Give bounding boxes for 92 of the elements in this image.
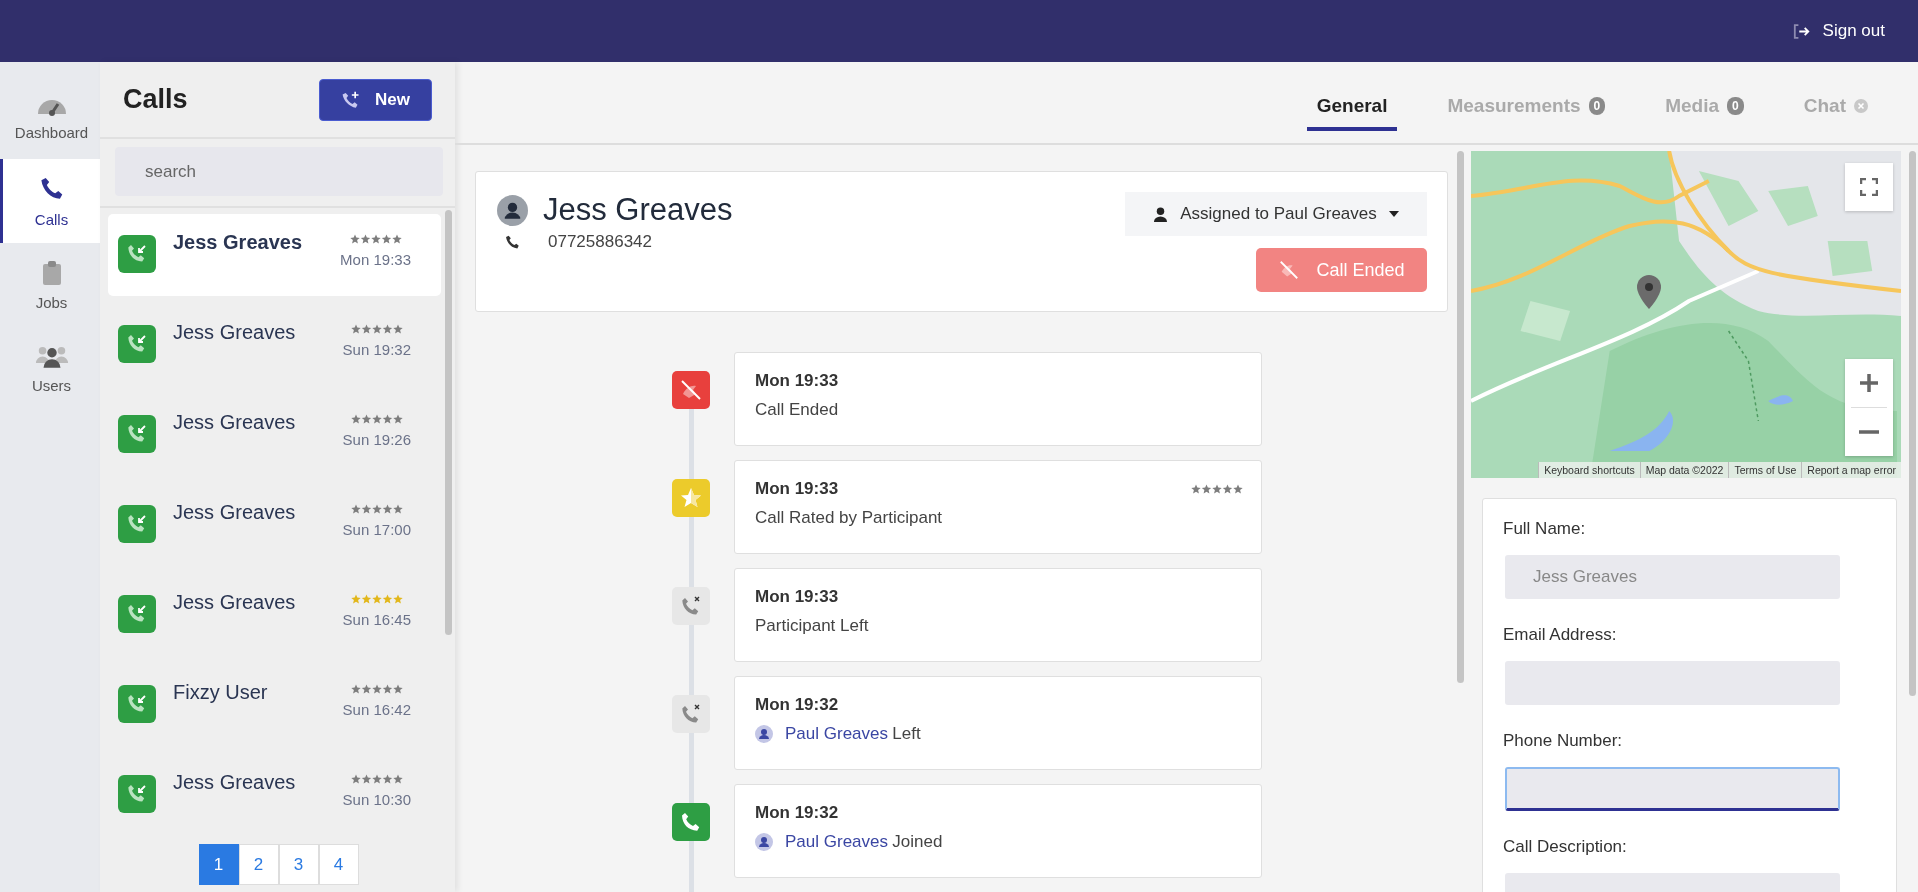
nav-item[interactable]: Calls: [0, 159, 100, 243]
map-attribution-link[interactable]: Keyboard shortcuts: [1538, 462, 1640, 478]
plus-icon: [1859, 373, 1879, 393]
input-field[interactable]: Jess Greaves: [1505, 555, 1840, 599]
incoming-call-icon: [118, 685, 156, 723]
event-text: Participant Left: [755, 616, 869, 636]
avatar-icon: [497, 194, 528, 226]
map-attribution-link[interactable]: Map data ©2022: [1639, 462, 1729, 478]
count-badge: 0: [1727, 97, 1744, 115]
incoming-call-icon: [118, 775, 156, 813]
phone-icon: [672, 803, 710, 841]
event-text: Call Ended: [755, 400, 839, 420]
call-item[interactable]: Fixzy User Sun 16:42: [108, 664, 441, 746]
call-time: Sun 17:00: [342, 521, 411, 538]
event-time: Mon 19:33: [755, 479, 839, 499]
caret-icon: [1388, 211, 1399, 217]
call-item[interactable]: Jess Greaves Mon 19:33: [108, 214, 441, 296]
caller-name: Jess Greaves: [173, 771, 297, 794]
caller-name: Jess Greaves: [173, 411, 297, 434]
zoom-in-button[interactable]: [1845, 359, 1893, 407]
event-text: Call Rated by Participant: [755, 508, 943, 528]
nav-item[interactable]: Dashboard: [0, 75, 100, 159]
caller-name: Jess Greaves: [173, 231, 303, 254]
scrollbar[interactable]: [445, 210, 452, 635]
phone-icon: [504, 233, 521, 251]
incoming-call-icon: [118, 415, 156, 453]
call-time: Mon 19:33: [340, 251, 411, 268]
users-icon: [34, 344, 69, 369]
scrollbar[interactable]: [1457, 151, 1464, 683]
caller-name: Jess Greaves: [173, 321, 297, 344]
fullscreen-button[interactable]: [1845, 163, 1893, 211]
page-link[interactable]: 2: [238, 844, 279, 885]
call-item[interactable]: Jess Greaves Sun 16:45: [108, 574, 441, 656]
incoming-call-icon: [118, 505, 156, 543]
input-field[interactable]: [1505, 767, 1840, 811]
sign-out-icon: [1792, 23, 1811, 39]
map-attribution-link[interactable]: Report a map error: [1801, 462, 1901, 478]
close-icon[interactable]: [1854, 99, 1868, 113]
fullscreen-icon: [1860, 178, 1878, 196]
person-icon: [755, 833, 773, 851]
page-link[interactable]: 4: [318, 844, 359, 885]
person-icon: [1153, 206, 1169, 222]
assignee-dropdown[interactable]: Assigned to Paul Greaves: [1125, 192, 1427, 236]
scrollbar[interactable]: [1909, 151, 1916, 696]
call-item[interactable]: Jess Greaves Sun 10:30: [108, 754, 441, 836]
nav-item[interactable]: Users: [0, 327, 100, 411]
count-badge: 0: [1588, 97, 1606, 115]
call-item[interactable]: Jess Greaves Sun 19:32: [108, 304, 441, 386]
field-label: Call Description:: [1503, 837, 1628, 857]
person-link[interactable]: Paul Greaves: [785, 724, 888, 743]
call-time: Sun 10:30: [342, 791, 411, 808]
new-call-button[interactable]: New: [319, 78, 432, 121]
page-link[interactable]: 3: [278, 844, 319, 885]
caller-name: Jess Greaves: [543, 192, 733, 228]
search-field[interactable]: search: [115, 147, 443, 196]
map-attribution-link[interactable]: Terms of Use: [1728, 462, 1802, 478]
event-time: Mon 19:32: [755, 695, 839, 715]
caller-name: Fixzy User: [173, 681, 269, 704]
page-link[interactable]: 1: [198, 844, 239, 885]
caller-name: Jess Greaves: [173, 501, 297, 524]
tab[interactable]: General: [1306, 85, 1398, 131]
hang-up-icon: [672, 371, 710, 409]
event-text: Paul Greaves Left: [785, 724, 921, 744]
person-icon: [755, 725, 773, 743]
nav-item[interactable]: Jobs: [0, 243, 100, 327]
event-time: Mon 19:33: [755, 371, 839, 391]
clipboard-icon: [41, 259, 62, 286]
field-label: Full Name:: [1503, 519, 1587, 539]
hang-up-icon: [1278, 259, 1301, 281]
zoom-out-button[interactable]: [1845, 408, 1893, 456]
incoming-call-icon: [118, 595, 156, 633]
call-time: Sun 19:32: [342, 341, 411, 358]
event-time: Mon 19:33: [755, 587, 839, 607]
incoming-call-icon: [118, 325, 156, 363]
call-time: Sun 16:42: [342, 701, 411, 718]
call-time: Sun 16:45: [342, 611, 411, 628]
field-label: Email Address:: [1503, 625, 1618, 645]
calls-title: Calls: [123, 84, 188, 115]
person-link[interactable]: Paul Greaves: [785, 832, 888, 851]
caller-name: Jess Greaves: [173, 591, 297, 614]
phone-plus-icon: [341, 89, 361, 110]
event-text: Paul Greaves Joined: [785, 832, 943, 852]
phone-number: 07725886342: [548, 232, 652, 252]
map-pin-icon: [1637, 275, 1661, 309]
call-item[interactable]: Jess Greaves Sun 19:26: [108, 394, 441, 476]
call-item[interactable]: Jess Greaves Sun 17:00: [108, 484, 441, 566]
event-time: Mon 19:32: [755, 803, 839, 823]
sign-out-link[interactable]: Sign out: [1792, 21, 1885, 41]
incoming-call-icon: [118, 235, 156, 273]
minus-icon: [1859, 430, 1879, 434]
call-time: Sun 19:26: [342, 431, 411, 448]
field-label: Phone Number:: [1503, 731, 1624, 751]
